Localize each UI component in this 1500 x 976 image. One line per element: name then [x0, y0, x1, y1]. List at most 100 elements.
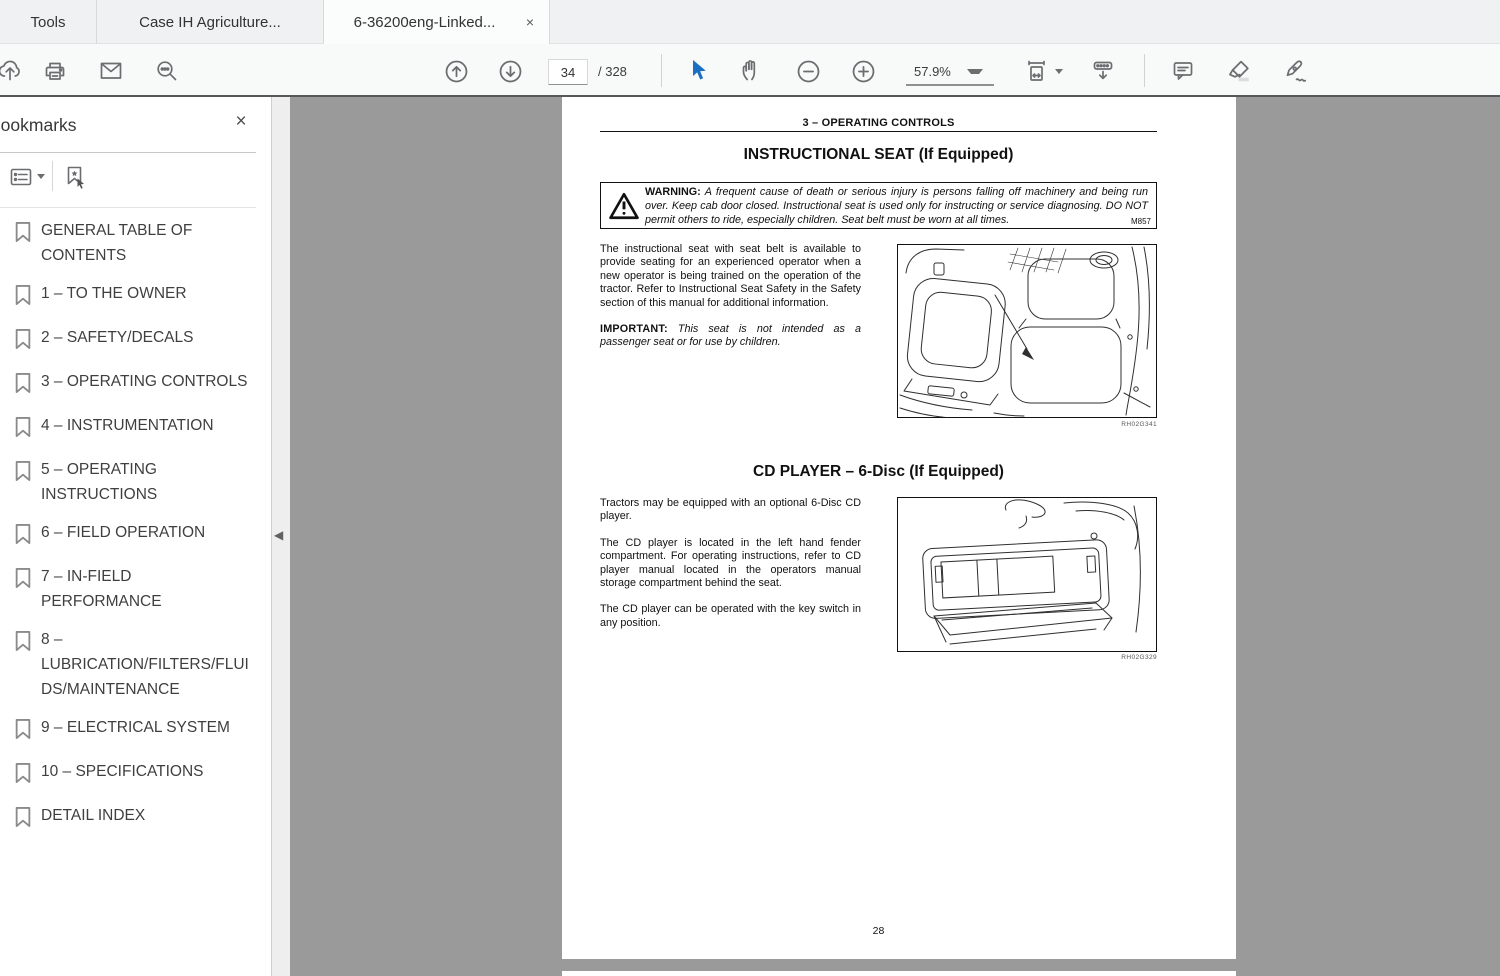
important-note: IMPORTANT: This seat is not intended as …	[600, 323, 861, 350]
search-icon	[157, 61, 177, 81]
comment-button[interactable]	[1168, 56, 1198, 86]
bookmark-icon	[13, 522, 33, 551]
section1-body-text: The instructional seat with seat belt is…	[600, 243, 861, 363]
zoom-in-button[interactable]	[848, 56, 878, 86]
highlight-button[interactable]	[1224, 56, 1254, 86]
bookmark-item-to-the-owner[interactable]: 1 – TO THE OWNER	[0, 281, 264, 312]
print-button[interactable]	[40, 56, 70, 86]
bookmark-icon	[13, 327, 33, 356]
page-up-icon	[445, 60, 467, 82]
scroll-mode-button[interactable]	[1088, 56, 1118, 86]
panel-divider	[0, 152, 256, 153]
hand-tool-icon	[742, 60, 756, 81]
tab-bar: Tools Case IH Agriculture... 6-36200eng-…	[0, 0, 1500, 44]
zoom-out-icon	[797, 60, 819, 82]
document-view[interactable]: 3 – OPERATING CONTROLS INSTRUCTIONAL SEA…	[290, 97, 1500, 976]
bookmark-icon	[13, 220, 33, 249]
share-button[interactable]	[0, 56, 25, 86]
bookmark-item-electrical-system[interactable]: 9 – ELECTRICAL SYSTEM	[0, 715, 264, 746]
page-number: 28	[872, 925, 885, 937]
share-icon	[0, 60, 20, 81]
warning-box: WARNING: A frequent cause of death or se…	[600, 182, 1157, 229]
email-button[interactable]	[96, 56, 126, 86]
bookmark-options-icon	[10, 168, 32, 186]
tab-case-ih-document[interactable]: Case IH Agriculture...	[97, 0, 324, 44]
zoom-level-value: 57.9%	[914, 63, 951, 79]
page-count-label: / 328	[598, 64, 627, 79]
close-panel-icon[interactable]: ×	[231, 112, 251, 132]
highlight-icon	[1228, 60, 1249, 81]
close-tab-icon[interactable]: ×	[521, 13, 539, 31]
bookmark-icon	[13, 566, 33, 595]
fill-sign-button[interactable]	[1280, 56, 1310, 86]
main-toolbar: / 328 57.9%	[0, 44, 1500, 97]
bookmark-label: DETAIL INDEX	[41, 807, 146, 824]
bookmark-label: 9 – ELECTRICAL SYSTEM	[41, 719, 230, 736]
bookmark-icon	[13, 717, 33, 746]
bookmark-label: 7 – IN-FIELD PERFORMANCE	[41, 568, 162, 610]
page-running-header: 3 – OPERATING CONTROLS	[802, 117, 955, 129]
page-fit-button[interactable]	[1022, 56, 1052, 86]
bookmark-item-detail-index[interactable]: DETAIL INDEX	[0, 803, 264, 834]
scroll-mode-icon	[1093, 61, 1113, 80]
select-tool-button[interactable]	[683, 56, 713, 86]
tab-active-document[interactable]: 6-36200eng-Linked... ×	[324, 0, 550, 44]
hand-tool-button[interactable]	[738, 56, 768, 86]
tab-tools[interactable]: Tools	[0, 0, 97, 44]
page-number-input[interactable]	[548, 59, 588, 85]
next-page-button[interactable]	[495, 56, 525, 86]
bookmarks-list: GENERAL TABLE OF CONTENTS 1 – TO THE OWN…	[0, 218, 264, 847]
search-button[interactable]	[152, 56, 182, 86]
locate-current-bookmark-button[interactable]	[60, 163, 90, 191]
section-title-instructional-seat: INSTRUCTIONAL SEAT (If Equipped)	[743, 146, 1014, 163]
chevron-down-icon	[966, 68, 983, 74]
bookmark-label: 8 – LUBRICATION/FILTERS/FLUIDS/MAINTENAN…	[41, 631, 249, 698]
paragraph: The CD player is located in the left han…	[600, 536, 861, 590]
bookmark-icon	[13, 459, 33, 488]
bookmark-label: GENERAL TABLE OF CONTENTS	[41, 222, 193, 264]
bookmark-item-general-toc[interactable]: GENERAL TABLE OF CONTENTS	[0, 218, 264, 268]
locate-bookmark-icon	[67, 166, 84, 189]
tab-case-ih-label: Case IH Agriculture...	[139, 13, 281, 31]
bookmark-icon	[13, 805, 33, 834]
figure-caption: RH02G341	[1121, 421, 1157, 428]
paragraph: The instructional seat with seat belt is…	[600, 243, 861, 309]
bookmark-item-lubrication-maintenance[interactable]: 8 – LUBRICATION/FILTERS/FLUIDS/MAINTENAN…	[0, 627, 264, 702]
pdf-page: 3 – OPERATING CONTROLS INSTRUCTIONAL SEA…	[562, 97, 1236, 959]
bookmark-item-specifications[interactable]: 10 – SPECIFICATIONS	[0, 759, 264, 790]
toolbar-divider	[661, 54, 662, 87]
bookmark-item-safety-decals[interactable]: 2 – SAFETY/DECALS	[0, 325, 264, 356]
bookmark-label: 10 – SPECIFICATIONS	[41, 763, 204, 780]
bookmark-label: 4 – INSTRUMENTATION	[41, 417, 214, 434]
warning-label: WARNING:	[645, 186, 701, 198]
paragraph: Tractors may be equipped with an optiona…	[600, 497, 861, 523]
fill-sign-icon	[1286, 59, 1307, 82]
print-icon	[45, 62, 65, 80]
zoom-out-button[interactable]	[793, 56, 823, 86]
bookmark-item-instrumentation[interactable]: 4 – INSTRUMENTATION	[0, 413, 264, 444]
figure-caption: RH02G329	[1121, 654, 1157, 661]
collapse-panel-icon[interactable]: ◀	[274, 528, 283, 542]
panel-divider	[0, 207, 256, 208]
zoom-level-dropdown[interactable]: 57.9%	[906, 58, 994, 86]
bookmark-label: 3 – OPERATING CONTROLS	[41, 373, 248, 390]
bookmark-options-button[interactable]	[6, 163, 36, 191]
bookmark-item-in-field-performance[interactable]: 7 – IN-FIELD PERFORMANCE	[0, 564, 264, 614]
bookmarks-panel: Bookmarks × GENERAL TABLE OF CONTENTS	[0, 97, 272, 976]
warning-text: WARNING: A frequent cause of death or se…	[645, 186, 1148, 227]
bookmark-item-operating-instructions[interactable]: 5 – OPERATING INSTRUCTIONS	[0, 457, 264, 507]
bookmark-item-field-operation[interactable]: 6 – FIELD OPERATION	[0, 520, 264, 551]
important-label: IMPORTANT:	[600, 323, 668, 336]
next-pdf-page-edge	[562, 971, 1236, 976]
instructional-seat-illustration	[899, 246, 1151, 417]
bookmark-options-caret-icon	[37, 174, 45, 179]
bookmark-label: 1 – TO THE OWNER	[41, 285, 187, 302]
bookmark-icon	[13, 629, 33, 658]
bookmark-item-operating-controls[interactable]: 3 – OPERATING CONTROLS	[0, 369, 264, 400]
page-fit-icon	[1028, 60, 1045, 81]
warning-body: A frequent cause of death or serious inj…	[645, 186, 1148, 226]
section-title-cd-player: CD PLAYER – 6-Disc (If Equipped)	[753, 463, 1004, 480]
select-tool-icon	[692, 60, 706, 80]
section2-body-text: Tractors may be equipped with an optiona…	[600, 497, 861, 643]
previous-page-button[interactable]	[441, 56, 471, 86]
